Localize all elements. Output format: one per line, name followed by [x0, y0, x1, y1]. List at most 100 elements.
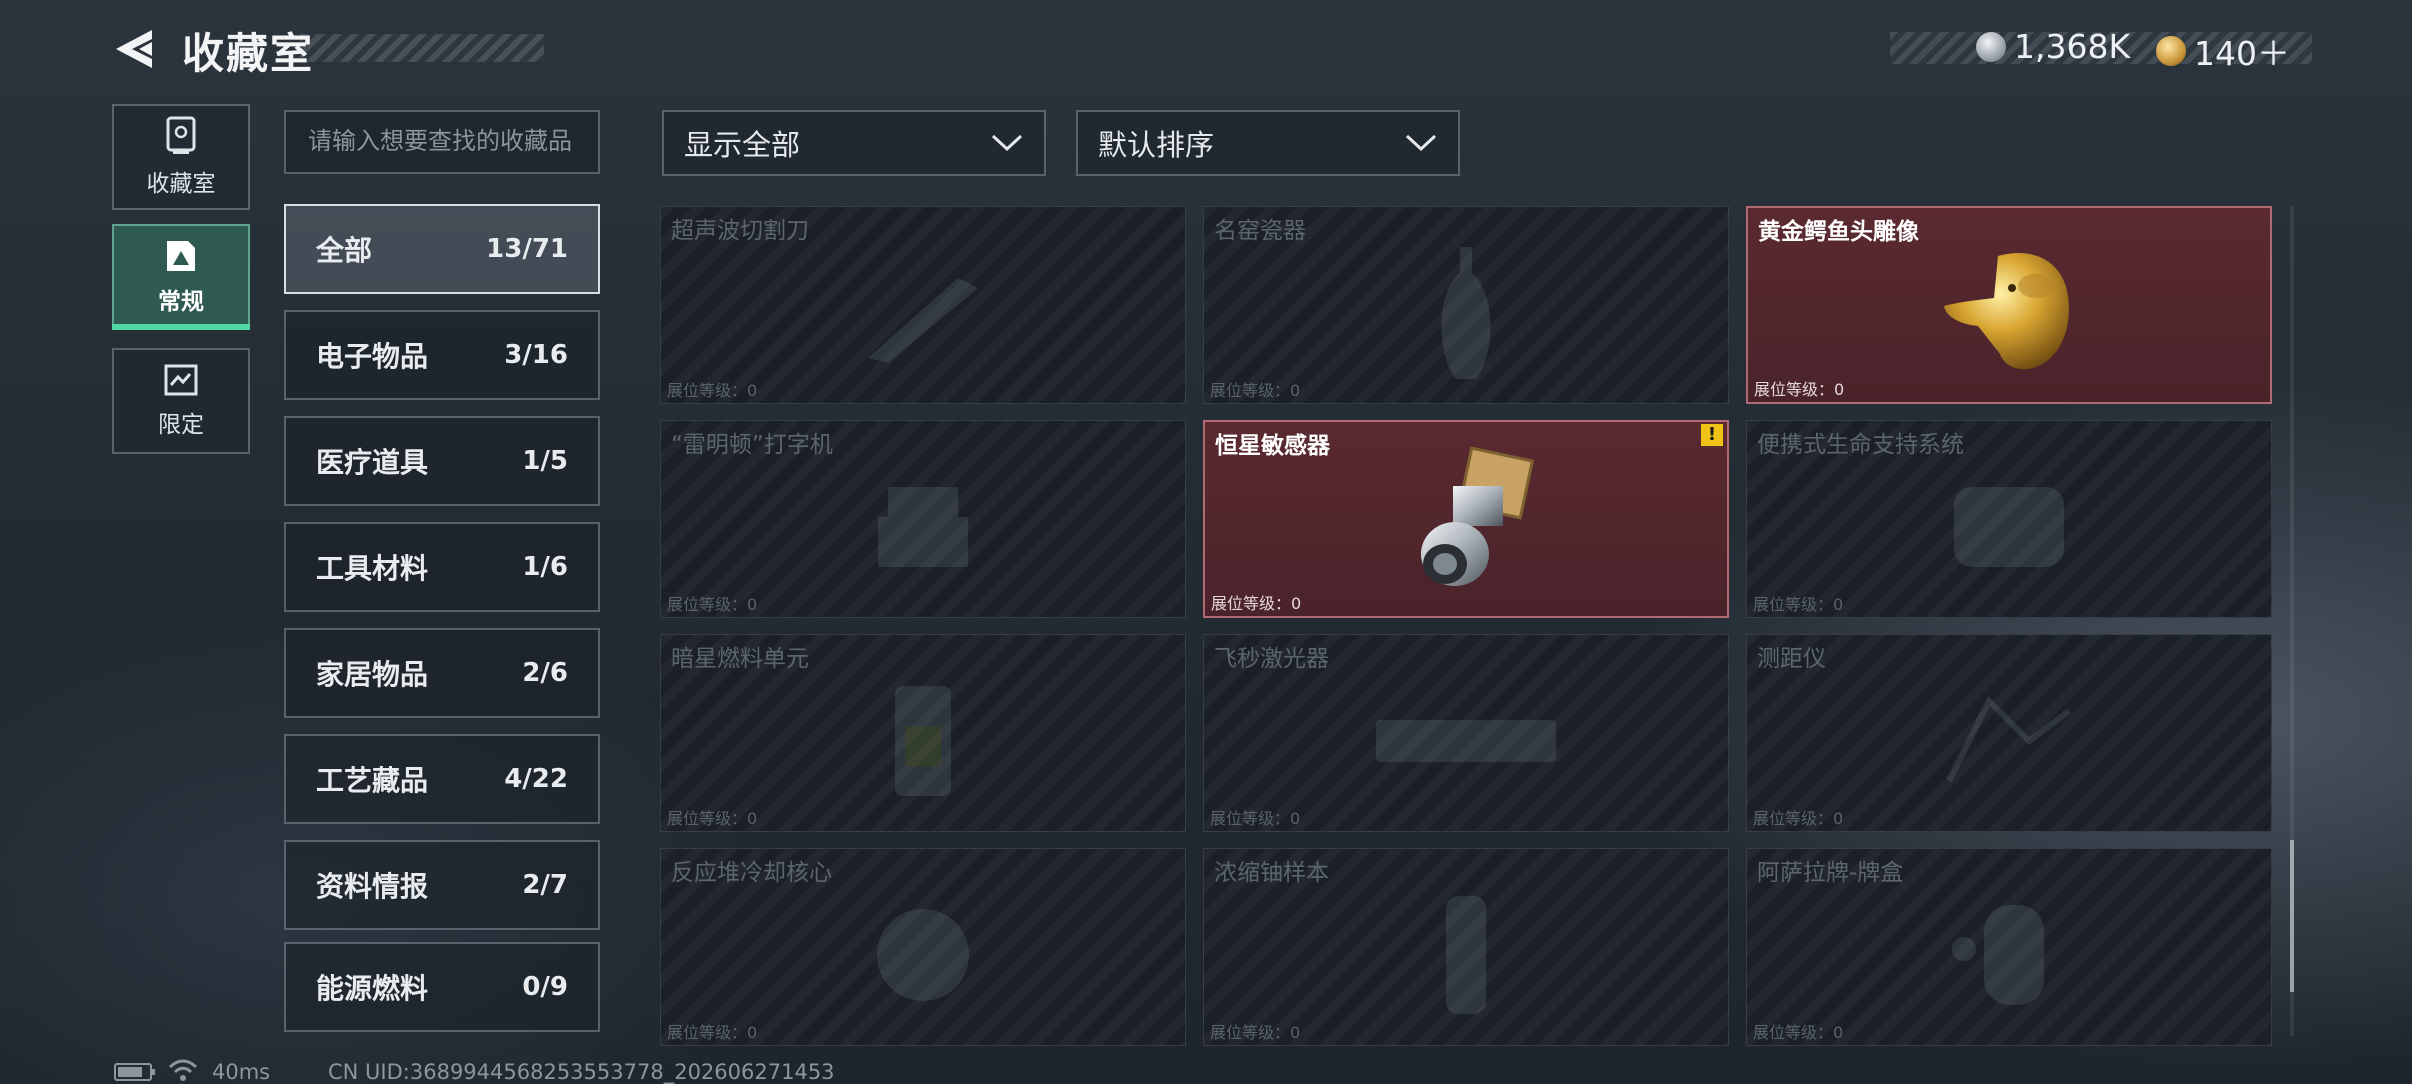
chevron-down-icon: [1405, 134, 1437, 152]
category-count: 3/16: [504, 340, 568, 370]
category-name: 能源燃料: [316, 972, 429, 1005]
title-decoration: [300, 34, 544, 62]
item-level: 展位等级：0: [667, 1023, 758, 1042]
category-intel[interactable]: 资料情报 2/7: [284, 840, 600, 930]
uranium-sample-silhouette-icon: [1446, 895, 1486, 1014]
category-count: 1/5: [522, 446, 568, 476]
category-household[interactable]: 家居物品 2/6: [284, 628, 600, 718]
category-count: 2/6: [522, 658, 568, 688]
item-level: 展位等级：0: [1753, 595, 1844, 614]
item-card-rangefinder[interactable]: 测距仪 展位等级：0: [1746, 634, 2272, 832]
tab-label: 限定: [158, 412, 204, 438]
silver-amount: 1,368K: [2014, 27, 2131, 66]
category-tools[interactable]: 工具材料 1/6: [284, 522, 600, 612]
item-name: 超声波切割刀: [671, 218, 809, 244]
category-energy[interactable]: 能源燃料 0/9: [284, 942, 600, 1032]
item-name: 暗星燃料单元: [671, 646, 809, 672]
item-level: 展位等级：0: [667, 595, 758, 614]
item-level: 展位等级：0: [1210, 381, 1301, 400]
rangefinder-silhouette-icon: [1946, 695, 2071, 783]
sort-dropdown[interactable]: 默认排序: [1076, 110, 1460, 176]
item-name: 名窑瓷器: [1214, 218, 1306, 244]
gold-coin-icon: [2156, 36, 2186, 66]
category-name: 资料情报: [316, 870, 429, 903]
knife-silhouette-icon: [868, 277, 978, 363]
tab-limited[interactable]: 限定: [112, 348, 250, 454]
category-count: 1/6: [522, 552, 568, 582]
tab-label: 常规: [158, 289, 204, 315]
category-count: 4/22: [504, 764, 568, 794]
laser-silhouette-icon: [1376, 719, 1556, 762]
collection-icon: [167, 241, 195, 271]
reactor-core-silhouette-icon: [877, 908, 969, 1001]
uid-text: CN UID:3689944568253553778_202606271453: [328, 1060, 835, 1084]
item-name: 恒星敏感器: [1215, 433, 1330, 459]
category-name: 家居物品: [316, 658, 429, 691]
vase-silhouette-icon: [1441, 246, 1491, 379]
category-name: 工具材料: [316, 552, 429, 585]
item-card-reactor-cooling-core[interactable]: 反应堆冷却核心 展位等级：0: [660, 848, 1186, 1046]
star-sensor-icon: [1421, 446, 1535, 586]
item-name: 阿萨拉牌-牌盒: [1757, 860, 1904, 886]
battery-icon: [114, 1063, 155, 1081]
gold-amount: 140＋: [2194, 34, 2290, 73]
item-name: 飞秒激光器: [1214, 646, 1329, 672]
collection-screen: 收藏室 1,368K 140＋ 收藏室 常规 限定 全部 13: [0, 0, 2412, 1084]
category-name: 医疗道具: [316, 446, 429, 479]
ping-value: 40ms: [212, 1060, 271, 1084]
item-card-remington-typewriter[interactable]: “雷明顿”打字机 展位等级：0: [660, 420, 1186, 618]
category-all[interactable]: 全部 13/71: [284, 204, 600, 294]
item-name: 便携式生命支持系统: [1757, 432, 1964, 458]
item-level: 展位等级：0: [1211, 594, 1302, 613]
fuel-cell-silhouette-icon: [895, 685, 951, 796]
item-card-femtosecond-laser[interactable]: 飞秒激光器 展位等级：0: [1203, 634, 1729, 832]
display-filter-dropdown[interactable]: 显示全部: [662, 110, 1046, 176]
sort-value: 默认排序: [1098, 128, 1215, 162]
tab-regular[interactable]: 常规: [112, 224, 250, 330]
category-name: 电子物品: [316, 340, 429, 373]
category-medical[interactable]: 医疗道具 1/5: [284, 416, 600, 506]
item-name: 测距仪: [1757, 646, 1826, 672]
category-name: 工艺藏品: [316, 764, 429, 797]
trophy-icon: [166, 116, 196, 154]
item-card-star-sensor[interactable]: 恒星敏感器 ! 展位等级：0: [1203, 420, 1729, 618]
item-card-enriched-uranium[interactable]: 浓缩铀样本 展位等级：0: [1203, 848, 1729, 1046]
tab-label: 收藏室: [146, 171, 216, 197]
silver-coin-icon: [1976, 31, 2006, 62]
item-card-porcelain[interactable]: 名窑瓷器 展位等级：0: [1203, 206, 1729, 404]
chevron-down-icon: [991, 134, 1023, 152]
item-level: 展位等级：0: [1754, 380, 1845, 399]
category-name: 全部: [316, 234, 373, 267]
item-name: 黄金鳄鱼头雕像: [1758, 219, 1919, 245]
item-card-ultrasonic-cutter[interactable]: 超声波切割刀 展位等级：0: [660, 206, 1186, 404]
display-filter-value: 显示全部: [684, 128, 801, 162]
category-crafts[interactable]: 工艺藏品 4/22: [284, 734, 600, 824]
page-title: 收藏室: [182, 29, 315, 78]
typewriter-silhouette-icon: [878, 486, 968, 567]
item-name: 反应堆冷却核心: [671, 860, 832, 886]
item-level: 展位等级：0: [1753, 809, 1844, 828]
category-count: 13/71: [486, 234, 568, 264]
item-level: 展位等级：0: [667, 809, 758, 828]
item-card-dark-star-fuel-cell[interactable]: 暗星燃料单元 展位等级：0: [660, 634, 1186, 832]
item-level: 展位等级：0: [1753, 1023, 1844, 1042]
grid-scrollbar-thumb[interactable]: [2290, 840, 2294, 992]
category-electronics[interactable]: 电子物品 3/16: [284, 310, 600, 400]
card-box-silhouette-icon: [1952, 904, 2044, 1005]
wifi-icon: [168, 1059, 198, 1081]
currency-gold[interactable]: 140＋: [2156, 27, 2290, 75]
item-card-asala-card-box[interactable]: 阿萨拉牌-牌盒 展位等级：0: [1746, 848, 2272, 1046]
item-name: “雷明顿”打字机: [671, 432, 833, 458]
alert-badge-icon: !: [1701, 424, 1723, 446]
category-count: 2/7: [522, 870, 568, 900]
life-support-silhouette-icon: [1954, 486, 2064, 567]
search-input[interactable]: [284, 110, 600, 174]
tab-collection-room[interactable]: 收藏室: [112, 104, 250, 210]
item-card-gold-croc-statue[interactable]: 黄金鳄鱼头雕像 展位等级：0: [1746, 206, 2272, 404]
limited-card-icon: [164, 364, 198, 396]
back-arrow-icon[interactable]: [112, 28, 158, 70]
item-name: 浓缩铀样本: [1214, 860, 1329, 886]
currency-silver[interactable]: 1,368K: [1976, 27, 2130, 66]
item-level: 展位等级：0: [1210, 809, 1301, 828]
item-card-portable-life-support[interactable]: 便携式生命支持系统 展位等级：0: [1746, 420, 2272, 618]
